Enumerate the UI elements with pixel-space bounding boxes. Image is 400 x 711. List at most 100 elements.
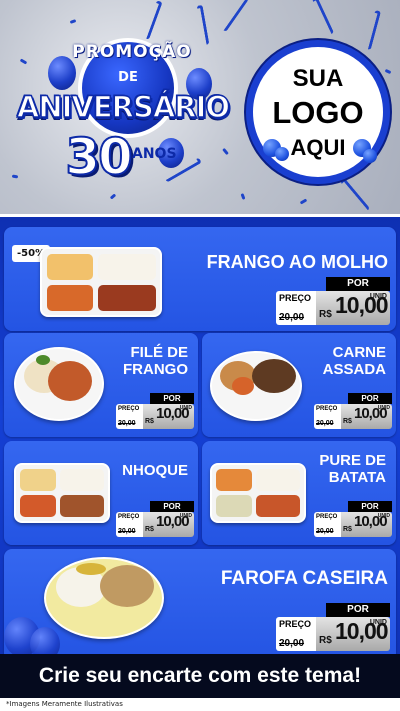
price-tag: POR PREÇO 20,00 R$ 10,00 UNID: [314, 501, 392, 537]
food-portion: [48, 361, 92, 401]
product-title: FILÉ DE FRANGO: [123, 344, 188, 378]
food-bowl-image: [14, 347, 104, 421]
product-card-file-de-frango[interactable]: FILÉ DE FRANGO POR PREÇO 20,00 R$ 10,00 …: [4, 333, 198, 437]
food-bowl-image: [210, 351, 302, 421]
price-box: PREÇO 20,00 R$ 10,00 UNID: [116, 404, 194, 429]
old-price: 20,00: [118, 528, 136, 535]
food-portion: [60, 469, 104, 491]
product-title-line1: FILÉ DE: [130, 344, 188, 361]
unit-label: UNID: [369, 619, 387, 626]
price-label: PREÇO: [279, 619, 312, 629]
food-portion: [20, 495, 56, 517]
balloon-icon: [275, 147, 289, 161]
price-new-box: R$ 10,00 UNID: [143, 404, 194, 429]
price-new-box: R$ 10,00 UNID: [316, 617, 390, 651]
promo-title: PROMOÇÃO: [72, 42, 192, 62]
price-tag: POR PREÇO 20,00 R$ 10,00 UNID: [276, 277, 390, 325]
de-label: DE: [118, 70, 138, 85]
price-new-box: R$ 10,00 UNID: [316, 291, 390, 325]
currency-label: R$: [145, 418, 154, 425]
food-portion: [98, 285, 156, 311]
food-portion: [20, 469, 56, 491]
product-card-frango-ao-molho[interactable]: -50% FRANGO AO MOLHO POR PREÇO 20,00 R$ …: [4, 227, 396, 331]
unit-label: UNID: [377, 405, 390, 411]
old-price: 20,00: [118, 420, 136, 427]
price-tag: POR PREÇO 20,00 R$ 10,00 UNID: [314, 393, 392, 429]
cta-banner[interactable]: Crie seu encarte com este tema!: [0, 654, 400, 698]
price-new-box: R$ 10,00 UNID: [143, 512, 194, 537]
price-box: PREÇO 20,00 R$ 10,00 UNID: [314, 404, 392, 429]
old-price: 20,00: [279, 638, 305, 649]
food-portion: [252, 359, 296, 393]
price-box: PREÇO 20,00 R$ 10,00 UNID: [276, 291, 390, 325]
unit-label: UNID: [377, 513, 390, 519]
product-title: CARNE ASSADA: [322, 344, 386, 378]
confetti: [240, 193, 246, 200]
unit-label: UNID: [369, 293, 387, 300]
product-card-carne-assada[interactable]: CARNE ASSADA POR PREÇO 20,00 R$ 10,00 UN…: [202, 333, 396, 437]
price-new-box: R$ 10,00 UNID: [341, 512, 392, 537]
header-background: PROMOÇÃO DE ANIVERSÁRIO 30 ANOS SUA LOGO…: [0, 0, 400, 215]
food-portion: [47, 285, 93, 311]
anniversary-title: ANIVERSÁRIO: [16, 89, 231, 125]
price-label: PREÇO: [316, 406, 338, 412]
price-tag: POR PREÇO 20,00 R$ 10,00 UNID: [276, 603, 390, 651]
food-bowl-image: [44, 557, 164, 639]
product-card-nhoque[interactable]: NHOQUE POR PREÇO 20,00 R$ 10,00 UNID: [4, 441, 198, 545]
product-title-line2: ASSADA: [322, 360, 386, 378]
food-tray-image: [14, 463, 110, 523]
product-title: FAROFA CASEIRA: [220, 568, 388, 589]
confetti: [299, 198, 308, 205]
products-panel: -50% FRANGO AO MOLHO POR PREÇO 20,00 R$ …: [0, 214, 400, 711]
price-label: PREÇO: [279, 293, 312, 303]
price-por-label: POR: [326, 603, 390, 617]
price-por-label: POR: [326, 277, 390, 291]
price-box: PREÇO 20,00 R$ 10,00 UNID: [276, 617, 390, 651]
product-title-line2: FRANGO: [123, 360, 188, 378]
old-price: 20,00: [316, 420, 334, 427]
confetti: [69, 19, 77, 24]
price-old-box: PREÇO 20,00: [276, 291, 316, 325]
food-portion: [100, 565, 154, 607]
price-old-box: PREÇO 20,00: [314, 404, 341, 429]
price-tag: POR PREÇO 20,00 R$ 10,00 UNID: [116, 501, 194, 537]
price-old-box: PREÇO 20,00: [314, 512, 341, 537]
food-portion: [232, 377, 254, 395]
streamer-decoration: [364, 9, 382, 51]
product-card-farofa-caseira[interactable]: FAROFA CASEIRA POR PREÇO 20,00 R$ 10,00 …: [4, 549, 396, 661]
price-old-box: PREÇO 20,00: [276, 617, 316, 651]
price-tag: POR PREÇO 20,00 R$ 10,00 UNID: [116, 393, 194, 429]
product-title-line2: BATATA: [328, 468, 386, 486]
product-title: NHOQUE: [122, 462, 188, 479]
streamer-decoration: [339, 177, 371, 213]
price-por-label: POR: [348, 393, 392, 404]
food-portion: [47, 254, 93, 280]
food-portion: [98, 254, 156, 280]
unit-label: UNID: [179, 513, 192, 519]
product-title-line1: PURE DE: [319, 452, 386, 469]
product-title: PURE DE BATATA: [319, 452, 386, 486]
logo-text-line1: SUA: [292, 65, 344, 92]
product-title-line1: CARNE: [332, 344, 386, 361]
currency-label: R$: [319, 635, 332, 646]
anniversary-badge: PROMOÇÃO DE ANIVERSÁRIO 30 ANOS: [8, 28, 238, 198]
price-old-box: PREÇO 20,00: [116, 512, 143, 537]
price-por-label: POR: [348, 501, 392, 512]
food-portion: [36, 355, 50, 365]
product-title: FRANGO AO MOLHO: [206, 252, 388, 272]
balloon-icon: [363, 149, 377, 163]
disclaimer-text: *Imagens Meramente Ilustrativas: [0, 698, 400, 711]
price-label: PREÇO: [316, 514, 338, 520]
old-price: 20,00: [279, 312, 305, 323]
price-label: PREÇO: [118, 514, 140, 520]
currency-label: R$: [319, 309, 332, 320]
price-label: PREÇO: [118, 406, 140, 412]
logo-placeholder: SUA LOGO AQUI: [246, 40, 390, 184]
food-portion: [76, 563, 106, 575]
anos-label: ANOS: [132, 146, 177, 162]
food-tray-image: [210, 463, 306, 523]
food-tray-image: [40, 247, 162, 317]
confetti: [384, 68, 392, 75]
price-box: PREÇO 20,00 R$ 10,00 UNID: [314, 512, 392, 537]
product-card-pure-de-batata[interactable]: PURE DE BATATA POR PREÇO 20,00 R$ 10,00 …: [202, 441, 396, 545]
